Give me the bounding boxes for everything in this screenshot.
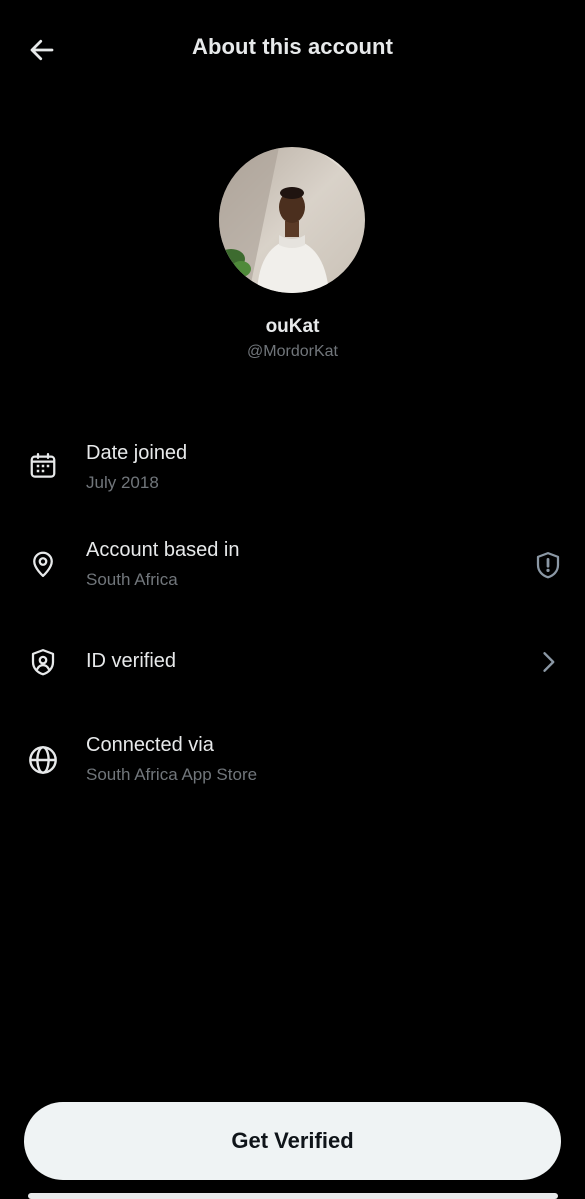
location-pin-icon <box>24 545 62 583</box>
shield-alert-icon[interactable] <box>528 545 568 585</box>
avatar[interactable] <box>219 147 365 293</box>
page-title: About this account <box>191 34 393 59</box>
id-verified-shield-icon <box>24 643 62 681</box>
handle: @MordorKat <box>247 343 338 360</box>
row-label: Account based in <box>86 539 240 561</box>
row-label: ID verified <box>86 650 177 672</box>
get-verified-button[interactable]: Get Verified <box>24 1102 561 1180</box>
header: About this account <box>0 0 585 98</box>
info-row-connected-via: Connected via South Africa App Store <box>0 722 585 812</box>
row-label: Connected via <box>86 734 214 756</box>
info-row-id-verified[interactable]: ID verified <box>0 625 585 715</box>
home-indicator <box>28 1193 558 1199</box>
row-value: South Africa App Store <box>86 765 258 784</box>
globe-icon <box>24 741 62 779</box>
display-name: ouKat <box>265 316 320 337</box>
row-value: South Africa <box>86 570 178 589</box>
info-row-account-based-in: Account based in South Africa <box>0 527 585 617</box>
row-label: Date joined <box>86 442 188 464</box>
chevron-right-icon[interactable] <box>528 642 568 682</box>
calendar-icon <box>24 447 62 485</box>
row-value: July 2018 <box>86 473 159 492</box>
info-row-date-joined: Date joined July 2018 <box>0 430 585 520</box>
